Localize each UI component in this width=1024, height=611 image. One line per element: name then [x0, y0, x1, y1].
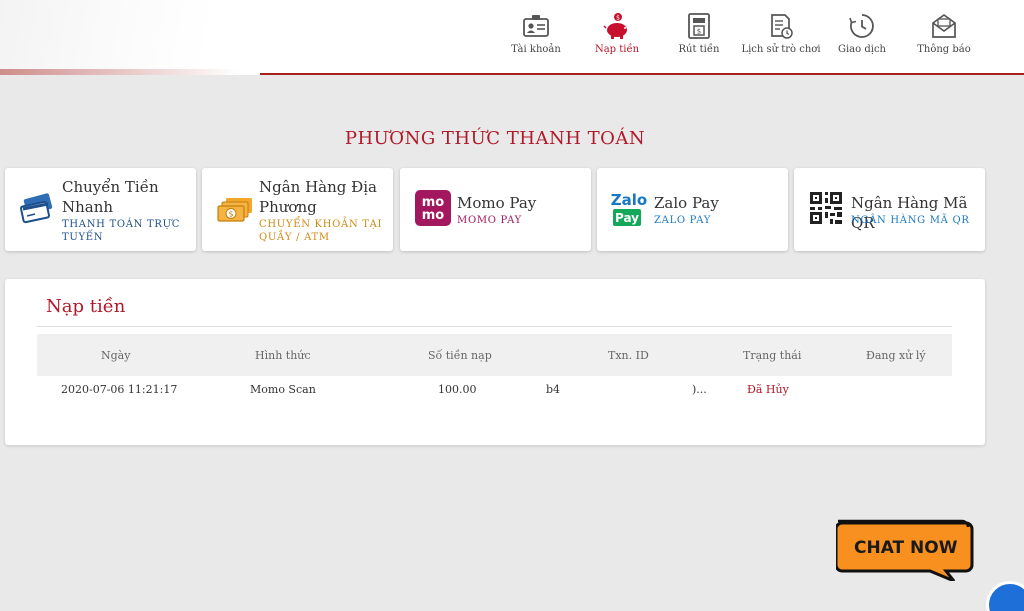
column-header-status: Trạng thái — [743, 349, 802, 362]
cell-date: 2020-07-06 11:21:17 — [61, 383, 178, 396]
payment-methods-title: PHƯƠNG THỨC THANH TOÁN — [344, 128, 646, 149]
column-header-date: Ngày — [101, 349, 131, 362]
nav-item-transactions[interactable]: Giao dịch — [822, 12, 902, 62]
deposit-panel-title: Nạp tiền — [46, 296, 126, 317]
id-card-icon — [523, 15, 549, 37]
live-chat-launcher[interactable] — [986, 581, 1024, 611]
svg-text:$: $ — [228, 210, 233, 219]
panel-divider — [37, 326, 952, 327]
qr-code-icon — [810, 192, 842, 224]
zalo-logo-top: Zalo — [611, 191, 647, 209]
cards-icon — [19, 193, 53, 224]
nav-item-withdraw[interactable]: $ Rút tiền — [659, 12, 739, 62]
column-header-processing: Đang xử lý — [866, 349, 926, 362]
column-header-method: Hình thức — [255, 349, 311, 362]
atm-withdraw-icon: $ — [688, 13, 710, 39]
card-subtitle: CHUYỂN KHOẢN TẠI QUẦY / ATM — [259, 219, 383, 243]
card-subtitle: NGÂN HÀNG MÃ QR — [851, 215, 970, 226]
deposit-table-header: Ngày Hình thức Số tiền nạp Txn. ID Trạng… — [37, 334, 952, 376]
nav-item-deposit[interactable]: $ Nạp tiền — [577, 12, 657, 62]
card-title: Chuyển Tiền Nhanh — [62, 178, 159, 216]
nav-item-game-history[interactable]: Lịch sử trò chơi — [741, 12, 821, 62]
chat-now-button[interactable]: CHAT NOW — [834, 519, 976, 583]
game-history-icon — [771, 14, 793, 39]
card-title: Ngân Hàng Địa Phương — [259, 178, 378, 216]
momo-logo-icon: mo mo — [415, 190, 451, 226]
zalopay-logo-icon: Zalo Pay — [611, 191, 647, 226]
deposit-history-panel: Nạp tiền Ngày Hình thức Số tiền nạp Txn.… — [5, 279, 985, 445]
clock-icon — [849, 14, 874, 38]
payment-card-zalopay[interactable]: Zalo Pay Zalo Pay ZALO PAY — [597, 168, 788, 251]
top-header: Tài khoản $ Nạp tiền $ Rút tiền Lịch sử … — [0, 0, 1024, 75]
cell-method: Momo Scan — [250, 383, 316, 396]
nav-label-transactions: Giao dịch — [838, 44, 886, 55]
envelope-icon — [932, 13, 956, 38]
nav-label-game-history: Lịch sử trò chơi — [741, 44, 821, 55]
column-header-txn-id: Txn. ID — [608, 349, 649, 362]
zalo-logo-bottom: Pay — [615, 211, 639, 225]
nav-item-account[interactable]: Tài khoản — [496, 12, 576, 62]
nav-label-notifications: Thông báo — [917, 44, 971, 55]
card-title: Ngân Hàng Mã QR — [851, 194, 968, 232]
payment-card-momo[interactable]: mo mo Momo Pay MOMO PAY — [400, 168, 591, 251]
svg-text:$: $ — [616, 15, 620, 22]
card-title: Zalo Pay — [654, 194, 719, 212]
nav-item-notifications[interactable]: Thông báo — [904, 12, 984, 62]
account-nav: Tài khoản $ Nạp tiền $ Rút tiền Lịch sử … — [0, 0, 1024, 75]
momo-logo-bottom: mo — [422, 208, 445, 223]
payment-card-qr-bank[interactable]: Ngân Hàng Mã QR NGÂN HÀNG MÃ QR — [794, 168, 985, 251]
cell-amount: 100.00 — [438, 383, 477, 396]
payment-card-quick-transfer[interactable]: Chuyển Tiền Nhanh THANH TOÁN TRỰC TUYẾN — [5, 168, 196, 251]
chat-now-label: CHAT NOW — [854, 538, 958, 558]
nav-label-withdraw: Rút tiền — [678, 44, 720, 55]
column-header-amount: Số tiền nạp — [428, 349, 492, 362]
card-subtitle: THANH TOÁN TRỰC TUYẾN — [62, 219, 181, 243]
card-subtitle: MOMO PAY — [457, 215, 522, 226]
payment-card-local-bank[interactable]: $ Ngân Hàng Địa Phương CHUYỂN KHOẢN TẠI … — [202, 168, 393, 251]
cell-status: Đã Hủy — [747, 383, 789, 396]
nav-label-deposit: Nạp tiền — [594, 44, 640, 55]
table-row: 2020-07-06 11:21:17 Momo Scan 100.00 b4 … — [37, 383, 952, 403]
card-title: Momo Pay — [457, 194, 537, 212]
nav-label-account: Tài khoản — [511, 44, 561, 55]
svg-text:$: $ — [697, 28, 701, 36]
piggy-bank-icon: $ — [603, 13, 627, 39]
cash-icon: $ — [217, 198, 252, 222]
cell-txn-id-tail: )... — [692, 383, 707, 396]
card-subtitle: ZALO PAY — [654, 215, 712, 226]
cell-txn-id: b4 — [546, 383, 561, 396]
